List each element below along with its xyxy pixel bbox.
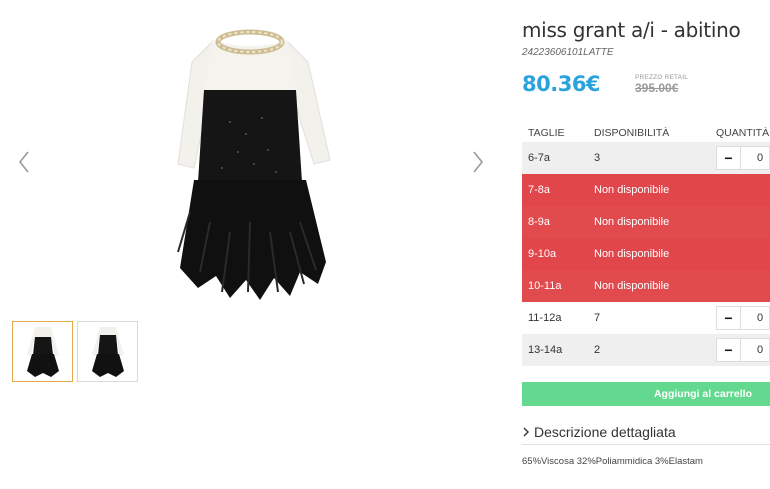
size-table: TAGLIE DISPONIBILITÀ QUANTITÀ 6-7a 3 − 7… <box>522 124 770 366</box>
size-row: 6-7a 3 − <box>522 142 770 174</box>
fabric-composition: 65%Viscosa 32%Poliammidica 3%Elastam <box>522 456 703 467</box>
size-row-unavailable: 10-11a Non disponibile <box>522 270 770 302</box>
size-label: 13-14a <box>528 344 563 356</box>
size-row-unavailable: 9-10a Non disponibile <box>522 238 770 270</box>
add-to-cart-button[interactable]: Aggiungi al carrello <box>522 382 770 406</box>
availability-value: 2 <box>594 344 601 356</box>
retail-price: 395.00€ <box>635 81 679 95</box>
decrement-button[interactable]: − <box>717 147 741 169</box>
description-toggle-label: Descrizione dettagliata <box>534 424 676 440</box>
size-label: 9-10a <box>528 248 557 260</box>
thumbnail-front[interactable] <box>12 321 73 382</box>
size-row-unavailable: 8-9a Non disponibile <box>522 206 770 238</box>
retail-price-label: PREZZO RETAIL <box>635 74 689 81</box>
description-toggle[interactable]: Descrizione dettagliata <box>522 423 770 445</box>
size-row: 13-14a 2 − <box>522 334 770 366</box>
availability-value: Non disponibile <box>594 216 670 228</box>
size-row-unavailable: 7-8a Non disponibile <box>522 174 770 206</box>
chevron-right-icon[interactable] <box>466 148 488 176</box>
size-row: 11-12a 7 − <box>522 302 770 334</box>
size-label: 10-11a <box>528 280 562 292</box>
chevron-right-icon <box>523 427 529 437</box>
size-label: 11-12a <box>528 312 562 324</box>
availability-value: 7 <box>594 312 601 324</box>
chevron-left-icon[interactable] <box>14 148 36 176</box>
product-sku: 24223606101LATTE <box>522 47 614 58</box>
product-main-image <box>150 22 350 302</box>
thumbnail-strip <box>12 321 138 382</box>
quantity-stepper: − <box>716 338 770 362</box>
size-label: 6-7a <box>528 152 551 164</box>
quantity-input[interactable] <box>741 147 769 169</box>
header-quantity: QUANTITÀ <box>716 127 770 139</box>
decrement-button[interactable]: − <box>717 307 741 329</box>
availability-value: Non disponibile <box>594 280 670 292</box>
size-label: 7-8a <box>528 184 551 196</box>
dress-thumbnail-icon <box>27 327 59 377</box>
decrement-button[interactable]: − <box>717 339 741 361</box>
availability-value: 3 <box>594 152 601 164</box>
product-title: miss grant a/i - abitino <box>522 18 741 42</box>
product-price: 80.36€ <box>522 72 601 96</box>
product-gallery <box>0 0 500 400</box>
dress-thumbnail-icon <box>92 327 124 377</box>
quantity-input[interactable] <box>741 307 769 329</box>
thumbnail-back[interactable] <box>77 321 138 382</box>
quantity-input[interactable] <box>741 339 769 361</box>
header-availability: DISPONIBILITÀ <box>594 127 670 139</box>
quantity-stepper: − <box>716 146 770 170</box>
availability-value: Non disponibile <box>594 248 670 260</box>
size-table-header: TAGLIE DISPONIBILITÀ QUANTITÀ <box>522 124 770 142</box>
header-size: TAGLIE <box>528 127 565 139</box>
availability-value: Non disponibile <box>594 184 670 196</box>
quantity-stepper: − <box>716 306 770 330</box>
size-label: 8-9a <box>528 216 551 228</box>
